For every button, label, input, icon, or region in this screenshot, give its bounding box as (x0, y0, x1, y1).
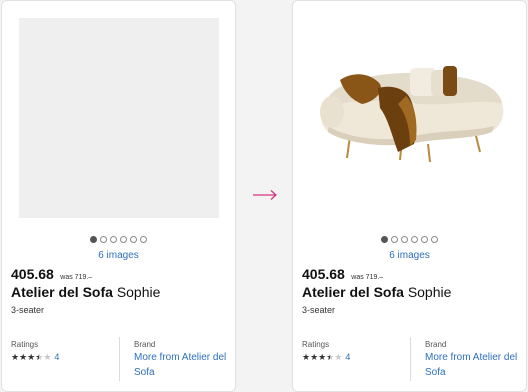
carousel-dot[interactable] (391, 236, 398, 243)
comparison-stage: 6 images 405.68 was 719.– Atelier del So… (0, 0, 528, 392)
star-empty-icon: ★ (334, 351, 343, 362)
brand-label: Brand (425, 340, 447, 349)
product-model: Sophie (407, 284, 452, 300)
product-image[interactable] (310, 18, 510, 218)
sofa-image (320, 66, 504, 163)
rating-stars[interactable]: ★ ★ ★ ★ ★ 4 (11, 352, 59, 362)
rating-count[interactable]: 4 (54, 352, 59, 362)
carousel-dot[interactable] (431, 236, 438, 243)
was-price: was 719.– (60, 274, 93, 281)
product-brand: Atelier del Sofa (302, 284, 404, 300)
brand-link[interactable]: More from Atelier del Sofa (134, 350, 232, 380)
carousel-dots (2, 236, 235, 243)
star-empty-icon: ★ (43, 351, 52, 362)
product-card-loading[interactable]: 6 images 405.68 was 719.– Atelier del So… (1, 0, 236, 392)
carousel-dots (293, 236, 526, 243)
brand-label: Brand (134, 340, 156, 349)
carousel-dot[interactable] (140, 236, 147, 243)
star-icon: ★ (11, 351, 20, 362)
images-count-link[interactable]: 6 images (293, 250, 526, 261)
carousel-dot[interactable] (110, 236, 117, 243)
star-icon: ★ (302, 351, 311, 362)
product-title[interactable]: Atelier del Sofa Sophie (302, 284, 451, 300)
product-variant: 3-seater (11, 305, 45, 315)
images-count-link[interactable]: 6 images (2, 250, 235, 261)
rating-stars[interactable]: ★ ★ ★ ★ ★ 4 (302, 352, 350, 362)
carousel-dot[interactable] (421, 236, 428, 243)
brand-link[interactable]: More from Atelier del Sofa (425, 350, 523, 380)
carousel-dot[interactable] (120, 236, 127, 243)
product-brand: Atelier del Sofa (11, 284, 113, 300)
was-price: was 719.– (351, 274, 384, 281)
carousel-dot[interactable] (381, 236, 388, 243)
product-card-loaded[interactable]: 6 images 405.68 was 719.– Atelier del So… (292, 0, 527, 392)
carousel-dot[interactable] (401, 236, 408, 243)
star-half-icon: ★ (326, 352, 334, 362)
star-icon: ★ (318, 351, 327, 362)
carousel-dot[interactable] (411, 236, 418, 243)
product-variant: 3-seater (302, 305, 336, 315)
carousel-dot[interactable] (100, 236, 107, 243)
product-title[interactable]: Atelier del Sofa Sophie (11, 284, 160, 300)
current-price: 405.68 (302, 266, 345, 282)
current-price: 405.68 (11, 266, 54, 282)
divider (119, 337, 120, 381)
star-half-icon: ★ (35, 352, 43, 362)
image-placeholder (19, 18, 219, 218)
carousel-dot[interactable] (130, 236, 137, 243)
rating-count[interactable]: 4 (345, 352, 350, 362)
price-row: 405.68 was 719.– (11, 266, 92, 284)
star-icon: ★ (19, 351, 28, 362)
divider (410, 337, 411, 381)
ratings-label: Ratings (11, 340, 39, 349)
price-row: 405.68 was 719.– (302, 266, 383, 284)
star-icon: ★ (27, 351, 36, 362)
ratings-label: Ratings (302, 340, 330, 349)
carousel-dot[interactable] (90, 236, 97, 243)
star-icon: ★ (310, 351, 319, 362)
product-model: Sophie (116, 284, 161, 300)
arrow-right-icon (253, 190, 277, 200)
